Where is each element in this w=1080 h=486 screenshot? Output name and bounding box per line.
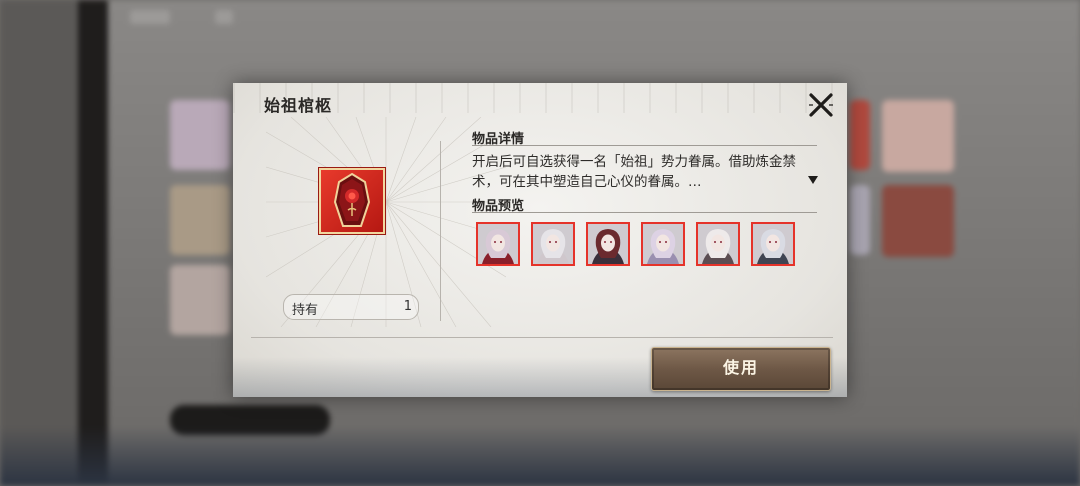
owned-label: 持有: [292, 303, 319, 318]
portrait-3[interactable]: [586, 222, 630, 266]
character-portrait-icon: [643, 224, 683, 264]
character-portrait-icon: [698, 224, 738, 264]
owned-count-box: 持有 1: [283, 294, 419, 320]
item-description: 开启后可自选获得一名「始祖」势力眷属。借助炼金禁术，可在其中塑造自己心仪的眷属。…: [472, 154, 796, 190]
use-button[interactable]: 使用: [651, 347, 831, 391]
bottom-divider: [251, 337, 833, 338]
details-divider: [472, 145, 817, 146]
triangle-down-icon[interactable]: [807, 175, 819, 185]
coffin-rose-icon: [319, 168, 385, 234]
portrait-1[interactable]: [476, 222, 520, 266]
character-portrait-icon: [533, 224, 573, 264]
item-dialog: 始祖棺柩 持有 1 物品详情 开启后可自选获得一名「始祖」势力眷属。借助炼金禁术…: [233, 83, 847, 397]
portrait-2[interactable]: [531, 222, 575, 266]
owned-count: 1: [403, 299, 412, 314]
close-button[interactable]: [807, 91, 835, 119]
portrait-6[interactable]: [751, 222, 795, 266]
portrait-5[interactable]: [696, 222, 740, 266]
dialog-title: 始祖棺柩: [264, 96, 333, 115]
preview-divider: [472, 212, 817, 213]
portrait-4[interactable]: [641, 222, 685, 266]
character-portrait-icon: [753, 224, 793, 264]
character-portrait-icon: [478, 224, 518, 264]
vertical-divider: [440, 141, 441, 321]
close-icon: [809, 93, 833, 117]
character-portrait-icon: [588, 224, 628, 264]
